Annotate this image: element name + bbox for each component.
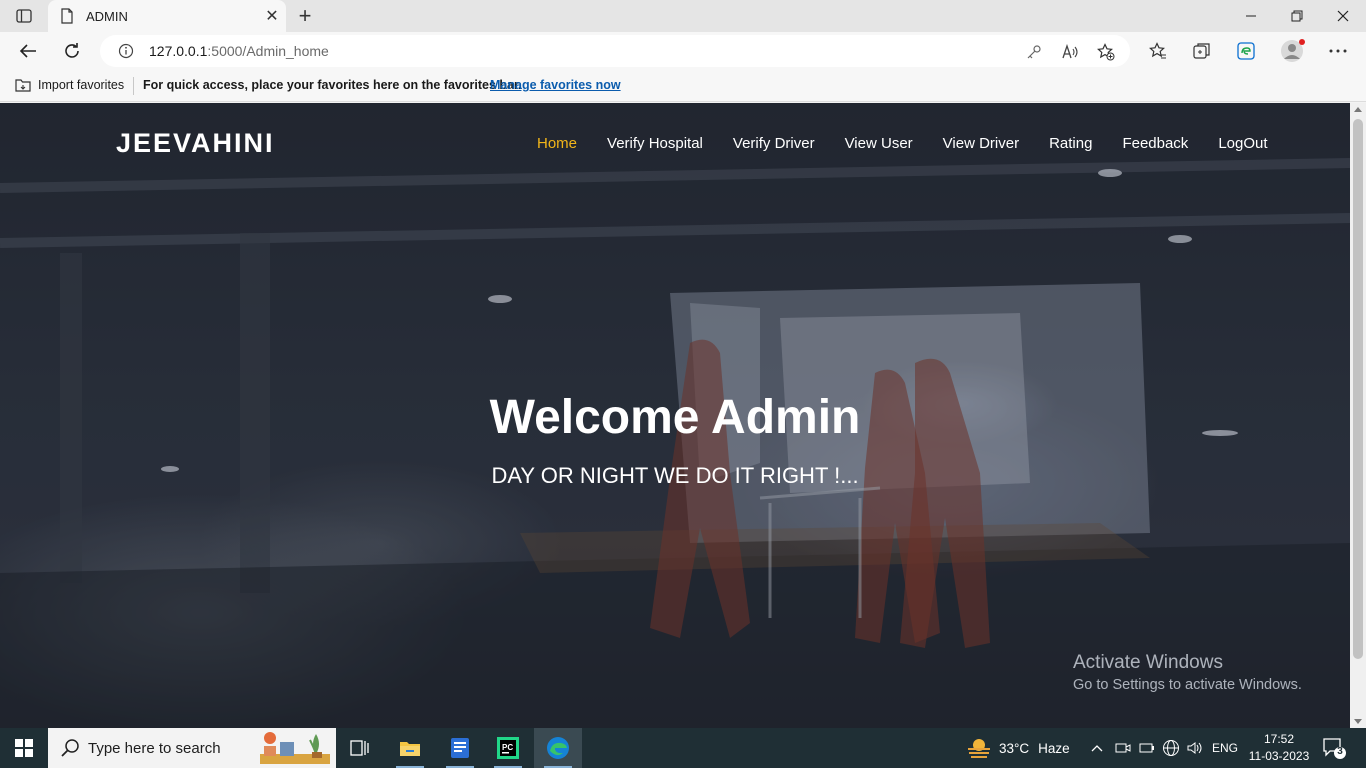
info-icon[interactable] xyxy=(118,43,134,59)
site-logo[interactable]: JEEVAHINI xyxy=(116,128,275,159)
pycharm-icon[interactable]: PC xyxy=(484,728,532,768)
word-pad-icon[interactable] xyxy=(436,728,484,768)
add-favorite-icon[interactable] xyxy=(1097,43,1115,61)
browser-tab[interactable]: ADMIN ✕ xyxy=(48,0,286,32)
search-highlight-icon xyxy=(260,732,330,764)
page-viewport: JEEVAHINI Home Verify Hospital Verify Dr… xyxy=(0,103,1350,728)
import-favorites-icon[interactable] xyxy=(14,77,32,93)
main-nav: Home Verify Hospital Verify Driver View … xyxy=(522,134,1283,154)
restore-icon[interactable] xyxy=(1274,0,1320,32)
nav-view-driver[interactable]: View Driver xyxy=(928,134,1034,154)
nav-verify-hospital[interactable]: Verify Hospital xyxy=(592,134,718,154)
close-icon[interactable]: ✕ xyxy=(258,2,286,30)
key-icon[interactable] xyxy=(1025,43,1043,61)
minimize-icon[interactable] xyxy=(1228,0,1274,32)
more-icon[interactable] xyxy=(1328,41,1348,61)
favorites-bar: Import favorites For quick access, place… xyxy=(0,70,1366,102)
profile-icon[interactable] xyxy=(1280,38,1306,64)
nav-logout[interactable]: LogOut xyxy=(1203,134,1282,154)
site-header: JEEVAHINI Home Verify Hospital Verify Dr… xyxy=(0,103,1350,183)
taskbar: Type here to search PC 33°C Haze ENG 17:… xyxy=(0,728,1366,768)
clock-date: 11-03-2023 xyxy=(1248,749,1310,763)
taskbar-clock[interactable]: 17:52 11-03-2023 xyxy=(1248,731,1310,765)
import-favorites-button[interactable]: Import favorites xyxy=(38,78,124,92)
weather-temp: 33°C xyxy=(999,740,1030,756)
watermark-subtitle: Go to Settings to activate Windows. xyxy=(1073,677,1302,693)
window-close-icon[interactable] xyxy=(1320,0,1366,32)
task-view-icon[interactable] xyxy=(336,728,384,768)
search-placeholder: Type here to search xyxy=(88,739,221,757)
address-bar[interactable]: 127.0.0.1:5000/Admin_home xyxy=(100,35,1130,67)
windows-start-icon[interactable] xyxy=(0,728,48,768)
favorites-icon[interactable] xyxy=(1148,41,1168,61)
manage-favorites-link[interactable]: Manage favorites now xyxy=(490,78,621,92)
meet-now-icon[interactable] xyxy=(1115,728,1131,768)
chevron-up-icon[interactable] xyxy=(1090,728,1104,768)
browser-toolbar: 127.0.0.1:5000/Admin_home xyxy=(0,32,1366,70)
nav-view-user[interactable]: View User xyxy=(830,134,928,154)
read-aloud-icon[interactable] xyxy=(1061,43,1079,61)
language-indicator[interactable]: ENG xyxy=(1212,728,1238,768)
collections-icon[interactable] xyxy=(1192,41,1212,61)
divider xyxy=(133,77,134,95)
scroll-up-icon[interactable] xyxy=(1354,107,1362,112)
hero-subtitle: DAY OR NIGHT WE DO IT RIGHT !... xyxy=(491,463,859,488)
favorites-hint: For quick access, place your favorites h… xyxy=(143,78,522,92)
nav-feedback[interactable]: Feedback xyxy=(1107,134,1203,154)
svg-text:PC: PC xyxy=(502,743,513,752)
activate-windows-watermark: Activate Windows Go to Settings to activ… xyxy=(1073,652,1302,693)
nav-home[interactable]: Home xyxy=(522,134,592,154)
tab-strip: ADMIN ✕ + xyxy=(0,0,1366,32)
notification-count: 3 xyxy=(1337,746,1343,757)
notification-icon[interactable]: 3 xyxy=(1322,736,1346,760)
nav-rating[interactable]: Rating xyxy=(1034,134,1107,154)
tab-actions-icon[interactable] xyxy=(10,6,38,26)
nav-verify-driver[interactable]: Verify Driver xyxy=(718,134,830,154)
refresh-icon[interactable] xyxy=(57,37,87,65)
edge-bar-icon[interactable] xyxy=(1236,41,1256,61)
back-icon[interactable] xyxy=(13,37,43,65)
file-explorer-icon[interactable] xyxy=(386,728,434,768)
url-text[interactable]: 127.0.0.1:5000/Admin_home xyxy=(149,43,329,59)
scroll-down-icon[interactable] xyxy=(1354,719,1362,724)
battery-icon[interactable] xyxy=(1139,728,1155,768)
watermark-title: Activate Windows xyxy=(1073,652,1223,673)
clock-time: 17:52 xyxy=(1263,732,1295,746)
scroll-thumb[interactable] xyxy=(1353,119,1363,659)
volume-icon[interactable] xyxy=(1186,728,1204,768)
taskbar-search[interactable]: Type here to search xyxy=(48,728,336,768)
hero-title: Welcome Admin xyxy=(489,391,861,444)
weather-widget[interactable]: 33°C Haze xyxy=(966,728,1070,768)
page-scrollbar[interactable] xyxy=(1350,103,1366,728)
weather-text: Haze xyxy=(1038,740,1070,756)
network-icon[interactable] xyxy=(1162,728,1180,768)
search-icon xyxy=(61,739,79,757)
plus-icon[interactable]: + xyxy=(292,3,318,28)
weather-haze-icon xyxy=(968,739,990,758)
page-icon xyxy=(61,8,73,24)
edge-icon[interactable] xyxy=(534,728,582,768)
tab-title: ADMIN xyxy=(86,8,128,24)
